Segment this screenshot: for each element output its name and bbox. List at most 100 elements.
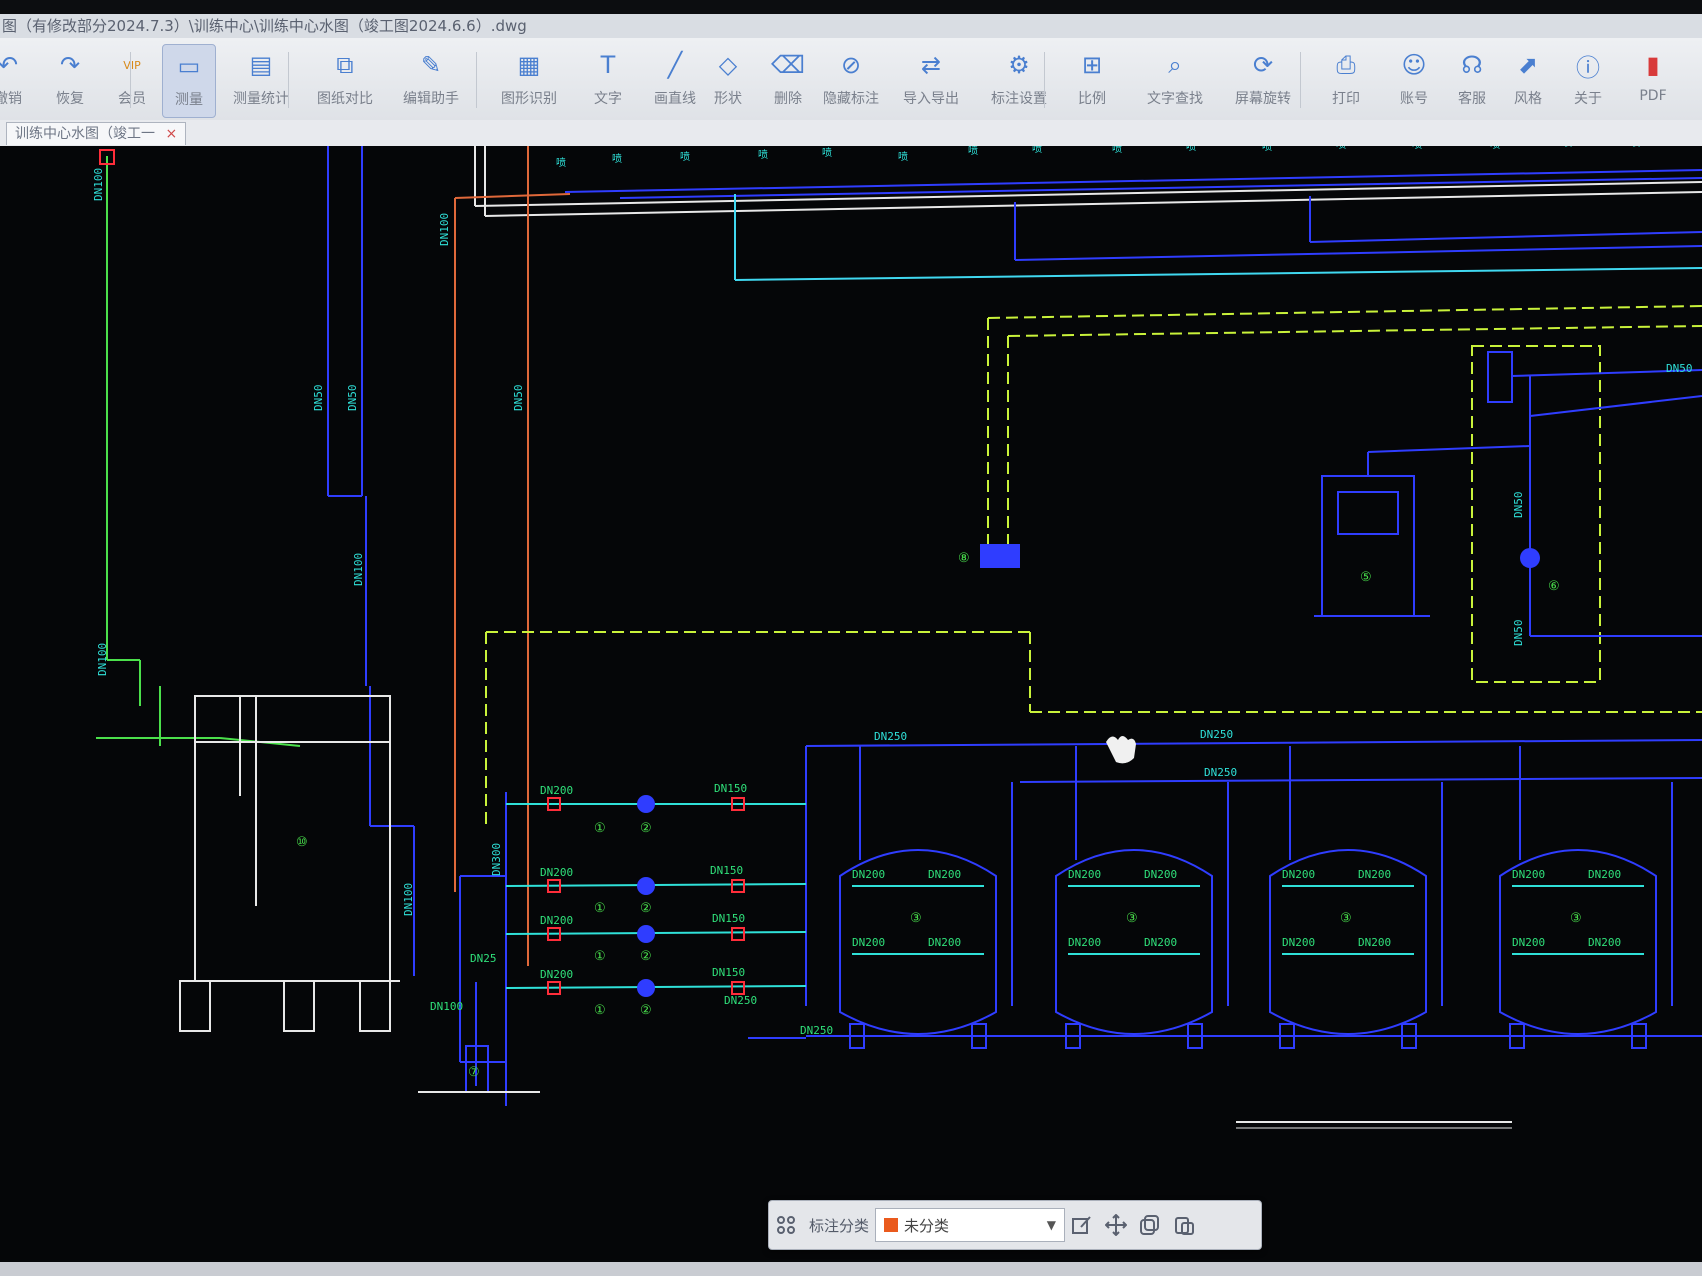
pipe-label-dn50-orange: DN50	[512, 385, 525, 412]
sprinkler-heads: 喷喷喷喷喷喷喷喷喷喷喷喷喷喷喷喷	[556, 146, 1640, 169]
pipe-label-dn250-drain: DN250	[724, 994, 757, 1007]
toolbar-label: 图形识别	[501, 91, 557, 107]
tank-pipe-label: DN200	[928, 868, 961, 881]
shape-icon: ◇	[718, 51, 738, 79]
edit-annotation-icon[interactable]	[1065, 1208, 1099, 1242]
toolbar-button-measure[interactable]: ▭ 测量	[162, 44, 216, 118]
tank-pipe-label: DN200	[1512, 868, 1545, 881]
main-toolbar: ↶ 撤销 ↷ 恢复 VIP 会员 ▭ 测量 ▤ 测量统计 ⧉ 图纸对比 ✎ 编辑助手 ▦ 图形识别 T 文字 ╱ 画直…	[0, 38, 1702, 121]
pipe-label-dn250-bottom: DN250	[800, 1024, 833, 1037]
toolbar-button-account[interactable]: ☺ 账号	[1388, 44, 1440, 116]
water-storage-tank	[179, 695, 400, 1032]
pipe-label-dn150-row2: DN150	[710, 864, 743, 877]
svg-text:喷: 喷	[968, 146, 978, 157]
cad-drawing[interactable]: 喷喷喷喷喷喷喷喷喷喷喷喷喷喷喷喷 DN	[0, 146, 1702, 1276]
toolbar-button-redo[interactable]: ↷ 恢复	[44, 44, 96, 116]
toolbar-button-vip[interactable]: VIP 会员	[106, 44, 158, 116]
filter-tank-number: ③	[910, 911, 922, 926]
cad-viewer-window: 图（有修改部分2024.7.3）\训练中心\训练中心水图（竣工图2024.6.6…	[0, 0, 1702, 1276]
filter-tank-number: ③	[1340, 911, 1352, 926]
toolbar-button-eraser[interactable]: ⌫ 删除	[762, 44, 814, 116]
measure-stats-icon: ▤	[249, 51, 273, 79]
toolbar-button-hide-annotation[interactable]: ⊘ 隐藏标注	[818, 44, 884, 116]
pipe-label-dn300: DN300	[490, 843, 503, 876]
toolbar-button-compare[interactable]: ⧉ 图纸对比	[312, 44, 378, 116]
dosing-pump-small[interactable]	[1520, 548, 1540, 568]
toolbar-button-style[interactable]: ⬈ 风格	[1502, 44, 1554, 116]
filter-tanks: DN200 DN200DN200 DN200③DN200 DN200DN200 DN20…	[839, 746, 1673, 1049]
pipe-label-dn100-green: DN100	[96, 643, 109, 676]
toolbar-button-shape[interactable]: ◇ 形状	[702, 44, 754, 116]
toolbar-label: 图纸对比	[317, 91, 373, 107]
toolbar-button-line[interactable]: ╱ 画直线	[642, 44, 708, 116]
tank-pipe-label: DN200	[852, 936, 885, 949]
toolbar-button-annotation-settings[interactable]: ⚙ 标注设置	[986, 44, 1052, 116]
drawing-canvas[interactable]: 喷喷喷喷喷喷喷喷喷喷喷喷喷喷喷喷 DN	[0, 146, 1702, 1276]
eraser-icon: ⌫	[771, 51, 805, 79]
filter-tank[interactable]: DN200 DN200 DN200 DN200 ③	[1269, 746, 1443, 1049]
pipe-label-dn150-row4: DN150	[712, 966, 745, 979]
toolbar-label: 标注设置	[991, 91, 1047, 107]
pipe-label-dn200-row2: DN200	[540, 866, 573, 879]
toolbar-button-rotate-screen[interactable]: ⟳ 屏幕旋转	[1230, 44, 1296, 116]
pump-row3-number-b: ②	[640, 949, 652, 964]
headset-icon: ☊	[1461, 51, 1483, 79]
dosing-pump-small-number: ⑥	[1548, 579, 1560, 594]
toolbar-button-info[interactable]: ⓘ 关于	[1562, 44, 1614, 116]
toolbar-button-shape-recognize[interactable]: ▦ 图形识别	[496, 44, 562, 116]
annotation-category-select[interactable]: 未分类 ▼	[875, 1208, 1066, 1242]
vip-icon: VIP	[123, 58, 141, 72]
tank-pipe-label: DN200	[1588, 868, 1621, 881]
toolbar-label: 比例	[1078, 91, 1106, 107]
svg-text:喷: 喷	[612, 153, 622, 165]
tank-pipe-label: DN200	[1068, 936, 1101, 949]
filter-tank[interactable]: DN200 DN200 DN200 DN200 ③	[1499, 746, 1673, 1049]
tank-pipe-label: DN200	[1144, 868, 1177, 881]
toolbar-button-scale[interactable]: ⊞ 比例	[1066, 44, 1118, 116]
toolbar-button-edit-assistant[interactable]: ✎ 编辑助手	[398, 44, 464, 116]
pump-row2-number-b: ②	[640, 901, 652, 916]
toolbar-label: 客服	[1458, 91, 1486, 107]
toolbar-label: 编辑助手	[403, 91, 459, 107]
pipe-label-dn50-right: DN50	[346, 385, 359, 412]
toolbar-label: 删除	[774, 91, 802, 107]
filter-tank[interactable]: DN200 DN200 DN200 DN200 ③	[839, 746, 1013, 1049]
paste-icon[interactable]	[1167, 1208, 1201, 1242]
blue-risers	[327, 146, 415, 976]
toolbar-label: 打印	[1332, 91, 1360, 107]
toolbar-button-measure-stats[interactable]: ▤ 测量统计	[228, 44, 294, 116]
toolbar-button-undo[interactable]: ↶ 撤销	[0, 44, 34, 116]
tank-pipe-label: DN200	[1068, 868, 1101, 881]
grid-apps-icon[interactable]	[769, 1208, 803, 1242]
tank-pipe-label: DN200	[1282, 868, 1315, 881]
tank-pipe-label: DN200	[1358, 936, 1391, 949]
svg-text:喷: 喷	[822, 147, 832, 159]
toolbar-label: 撤销	[0, 91, 22, 107]
tank-pipe-label: DN200	[1512, 936, 1545, 949]
toolbar-separator	[1300, 52, 1301, 108]
close-tab-icon[interactable]: ×	[165, 126, 177, 142]
toolbar-button-text[interactable]: T 文字	[582, 44, 634, 116]
print-icon: ⎙	[1336, 51, 1356, 79]
pipe-label-dn150-row3: DN150	[712, 912, 745, 925]
tank-pipe-label: DN200	[1588, 936, 1621, 949]
toolbar-button-print[interactable]: ⎙ 打印	[1320, 44, 1372, 116]
status-strip	[0, 1262, 1702, 1276]
copy-icon[interactable]	[1133, 1208, 1167, 1242]
toolbar-button-pdf[interactable]: ▮ PDF	[1620, 44, 1686, 116]
svg-text:喷: 喷	[1336, 146, 1346, 151]
move-icon[interactable]	[1099, 1208, 1133, 1242]
tank-pipe-label: DN200	[1282, 936, 1315, 949]
toolbar-label: 账号	[1400, 91, 1428, 107]
tank-pipe-label: DN200	[1358, 868, 1391, 881]
toolbar-button-import-export[interactable]: ⇄ 导入导出	[898, 44, 964, 116]
toolbar-label: 导入导出	[903, 91, 959, 107]
dosing-pump-number: ⑧	[958, 551, 970, 566]
svg-text:喷: 喷	[1112, 146, 1122, 155]
document-tab[interactable]: 训练中心水图（竣工一 ×	[6, 122, 187, 145]
filter-tank[interactable]: DN200 DN200 DN200 DN200 ③	[1055, 746, 1229, 1049]
pipe-label-dn100-inlet: DN100	[92, 168, 105, 201]
toolbar-button-text-search[interactable]: ⌕ 文字查找	[1142, 44, 1208, 116]
dosing-pump[interactable]	[980, 544, 1020, 568]
toolbar-button-headset[interactable]: ☊ 客服	[1446, 44, 1498, 116]
